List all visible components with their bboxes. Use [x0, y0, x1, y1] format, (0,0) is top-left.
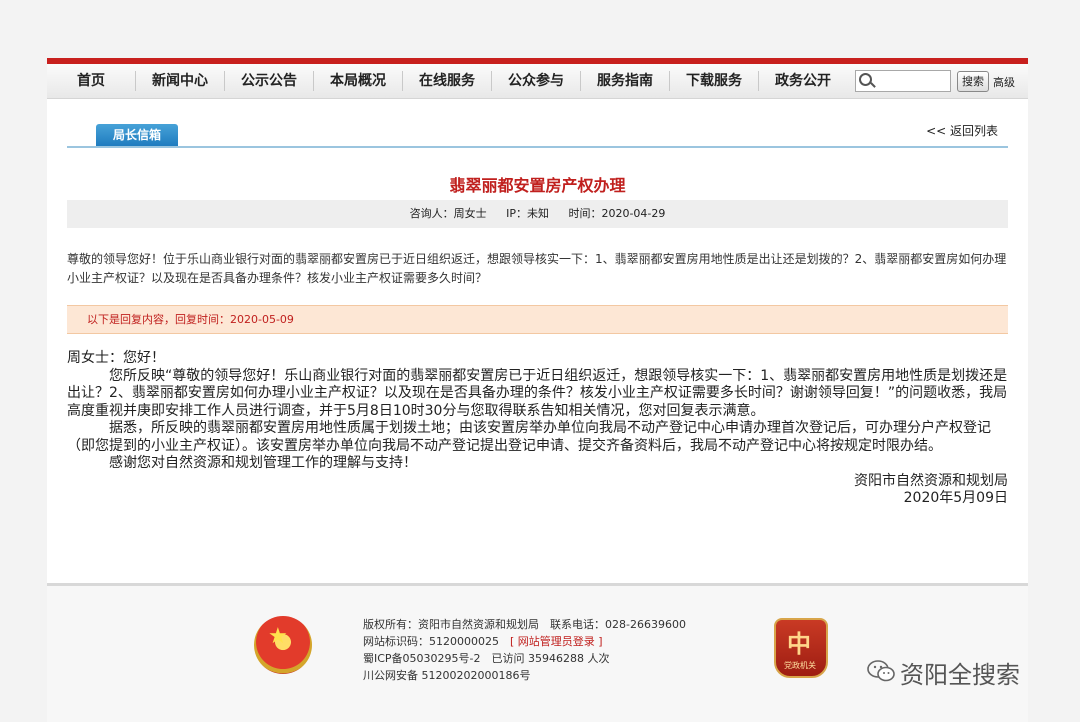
nav-item-online-services[interactable]: 在线服务: [403, 64, 491, 98]
reply-greeting: 周女士：您好！: [67, 350, 165, 366]
reply-header: 以下是回复内容，回复时间：2020-05-09: [67, 305, 1008, 334]
footer-site-id: 网站标识码：5120000025 [ 网站管理员登录 ]: [363, 633, 686, 650]
reply-paragraph: 据悉，所反映的翡翠丽都安置房用地性质属于划拨土地；由该安置房举办单位向我局不动产…: [67, 420, 991, 454]
party-badge-glyph: 中: [787, 630, 811, 658]
search-button[interactable]: 搜索: [957, 71, 989, 92]
search-icon: [859, 73, 872, 86]
emblem-star-icon: ★: [268, 624, 288, 649]
question-text: 尊敬的领导您好！位于乐山商业银行对面的翡翠丽都安置房已于近日组织返迁，想跟领导核…: [67, 252, 1007, 285]
reply-date: 2020年5月09日: [903, 490, 1008, 506]
asker-label: 咨询人：周女士: [409, 207, 487, 220]
reply-body: 周女士：您好！ 您所反映“尊敬的领导您好！乐山商业银行对面的翡翠丽都安置房已于近…: [67, 350, 1012, 508]
question-meta: 咨询人：周女士 IP：未知 时间：2020-04-29: [67, 200, 1008, 228]
admin-login-link[interactable]: [ 网站管理员登录 ]: [510, 635, 603, 648]
nav-item-downloads[interactable]: 下载服务: [670, 64, 758, 98]
search-box: [855, 70, 951, 92]
nav-item-public-participation[interactable]: 公众参与: [492, 64, 580, 98]
footer-info: 版权所有：资阳市自然资源和规划局 联系电话：028-26639600 网站标识码…: [363, 616, 686, 684]
footer-icp: 蜀ICP备05030295号-2 已访问 35946288 人次: [363, 652, 610, 665]
ip-label: IP：未知: [506, 207, 549, 220]
wechat-icon: [867, 660, 895, 682]
footer: ★ 版权所有：资阳市自然资源和规划局 联系电话：028-26639600 网站标…: [47, 583, 1028, 722]
tab-director-mailbox[interactable]: 局长信箱: [96, 124, 178, 146]
nav-item-announcements[interactable]: 公示公告: [225, 64, 313, 98]
advanced-search-link[interactable]: 高级: [993, 74, 1015, 90]
page-title: 翡翠丽都安置房产权办理: [449, 176, 626, 195]
footer-police: 川公网安备 51200202000186号: [363, 669, 531, 682]
reply-paragraph: 您所反映“尊敬的领导您好！乐山商业银行对面的翡翠丽都安置房已于近日组织返迁，想跟…: [67, 367, 1008, 419]
nav-item-government-affairs[interactable]: 政务公开: [759, 64, 847, 98]
reply-paragraph: 感谢您对自然资源和规划管理工作的理解与支持！: [67, 455, 417, 471]
footer-copyright: 版权所有：资阳市自然资源和规划局 联系电话：028-26639600: [363, 618, 686, 631]
reply-signer: 资阳市自然资源和规划局: [854, 472, 1008, 489]
footer-site-id-text: 网站标识码：5120000025: [363, 635, 510, 648]
nav-item-about[interactable]: 本局概况: [314, 64, 402, 98]
tab-underline: [67, 146, 1008, 148]
nav-item-news[interactable]: 新闻中心: [136, 64, 224, 98]
reply-header-text: 以下是回复内容，回复时间：2020-05-09: [87, 313, 294, 326]
time-label: 时间：2020-04-29: [568, 207, 666, 220]
nav-item-service-guide[interactable]: 服务指南: [581, 64, 669, 98]
nav-item-home[interactable]: 首页: [47, 64, 135, 98]
main-nav: 首页 新闻中心 公示公告 本局概况 在线服务 公众参与 服务指南 下载服务 政务…: [47, 64, 1028, 99]
search-input[interactable]: [876, 72, 950, 90]
page: 首页 新闻中心 公示公告 本局概况 在线服务 公众参与 服务指南 下载服务 政务…: [47, 58, 1028, 722]
party-badge-label: 党政机关: [784, 661, 816, 670]
back-to-list-link[interactable]: << 返回列表: [926, 122, 998, 139]
watermark-text: 资阳全搜索: [900, 661, 1020, 689]
